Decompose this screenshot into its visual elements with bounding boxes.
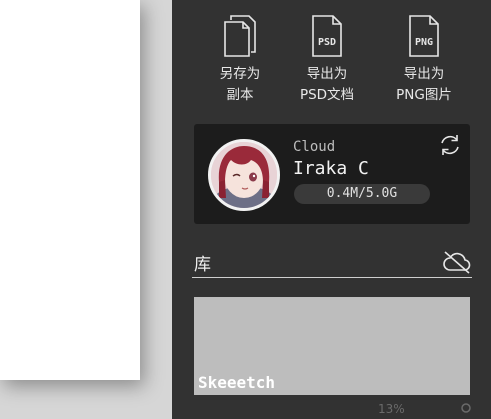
psd-badge: PSD — [318, 37, 336, 48]
storage-usage-badge: 0.4M/5.0G — [294, 184, 430, 204]
psd-file-icon: PSD — [312, 15, 342, 57]
avatar-image — [211, 142, 277, 208]
sync-icon — [441, 135, 459, 155]
export-png-button[interactable]: PNG 导出为 PNG图片 — [384, 14, 464, 106]
save-copy-button[interactable]: 另存为 副本 — [200, 14, 280, 106]
cloud-off-button[interactable] — [442, 249, 472, 275]
sync-button[interactable] — [437, 132, 463, 158]
export-psd-label: 导出为 PSD文档 — [299, 66, 355, 103]
png-file-icon: PNG — [409, 15, 439, 57]
png-badge: PNG — [415, 37, 433, 48]
avatar[interactable] — [208, 139, 280, 211]
cloud-account-card: Cloud Iraka C 0.4M/5.0G — [194, 124, 470, 224]
storage-usage-text: 0.4M/5.0G — [326, 186, 398, 201]
save-copy-label: 另存为 副本 — [219, 66, 261, 103]
settings-icon[interactable] — [458, 400, 474, 416]
library-header: 库 — [192, 248, 472, 278]
cloud-off-icon — [443, 251, 471, 274]
footer-text: 13% — [378, 402, 405, 416]
library-title: 库 — [194, 255, 211, 275]
library-item-name: Skeeetch — [198, 373, 276, 392]
export-png-label: 导出为 PNG图片 — [396, 66, 452, 103]
canvas-paper[interactable] — [0, 0, 140, 380]
document-copy-icon — [224, 15, 256, 57]
canvas-area[interactable] — [0, 0, 172, 419]
library-item[interactable]: Skeeetch — [194, 297, 470, 395]
user-name: Iraka C — [293, 158, 369, 179]
side-panel: 另存为 副本 PSD 导出为 PSD文档 PNG 导出为 PNG图片 Cloud… — [172, 0, 491, 419]
export-psd-button[interactable]: PSD 导出为 PSD文档 — [287, 14, 367, 106]
file-actions: 另存为 副本 PSD 导出为 PSD文档 PNG 导出为 PNG图片 — [172, 14, 491, 114]
cloud-service-label: Cloud — [293, 139, 336, 155]
